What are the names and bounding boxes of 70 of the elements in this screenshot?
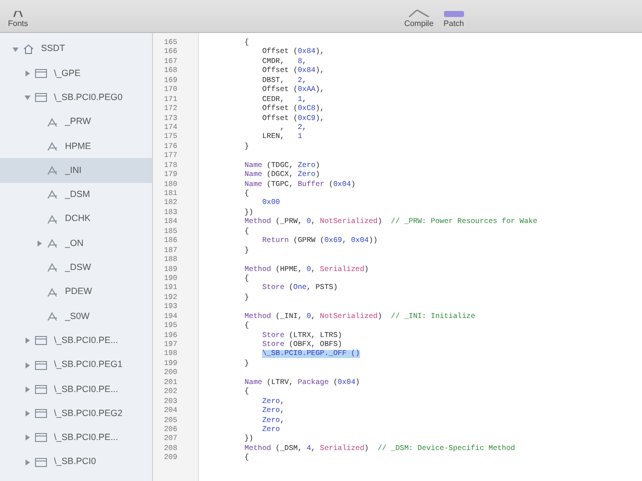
tree-item[interactable]: SSDT [0, 37, 152, 62]
tree-item[interactable]: \_SB.PCI0.PEG1 [0, 352, 152, 378]
folder-icon [35, 336, 47, 346]
tree-label: _S0W [65, 310, 90, 323]
disclosure-triangle-icon [24, 70, 31, 77]
disclosure-triangle-icon [24, 337, 31, 344]
tree-label: \_SB.PCI0.PE... [54, 431, 118, 444]
method-icon [47, 288, 58, 297]
tree-item[interactable]: \_SB.PCI0.PE... [0, 377, 152, 402]
folder-icon [35, 68, 47, 78]
tree-label: \_SB.PCI0.PE... [54, 382, 118, 396]
tree-label: DCHK [65, 212, 91, 226]
tree-label: _DSM [65, 188, 90, 202]
disclosure-triangle-icon [24, 434, 31, 442]
disclosure-triangle-icon [24, 458, 31, 466]
tree-item[interactable]: \_SB.PCI0.PEG0 [0, 86, 152, 110]
disclosure-triangle-icon [24, 410, 31, 418]
tree-item[interactable]: \_SB.PCI0.PEG2 [0, 401, 152, 426]
tree-item[interactable]: \_SB.PCI0.PE... [0, 426, 152, 450]
hammer-icon [408, 9, 430, 17]
tree-label: \_SB.PCI0.PEG0 [54, 90, 123, 104]
folder-icon [35, 360, 47, 370]
tree-item[interactable]: _S0W [0, 304, 152, 329]
tree-label: _DSW [65, 261, 92, 274]
tree-label: \_SB.PCI0.PEG1 [54, 358, 123, 372]
tree-item[interactable]: DCHK [0, 207, 152, 232]
folder-icon [35, 458, 47, 467]
tree-item[interactable]: \_SB.PCI0.PE... [0, 328, 152, 353]
disclosure-triangle-icon [24, 94, 31, 102]
method-icon [47, 239, 58, 248]
folder-icon [35, 433, 47, 442]
home-icon [23, 44, 34, 54]
method-icon [47, 214, 58, 224]
patch-button[interactable]: Patch [444, 11, 464, 28]
disclosure-triangle-icon [12, 46, 19, 53]
fonts-icon [13, 11, 23, 17]
tree-label: SSDT [41, 42, 66, 56]
method-icon [47, 312, 58, 321]
method-icon [47, 142, 58, 151]
tree-label: \_SB.PCI0 [54, 455, 96, 468]
method-icon [47, 166, 58, 176]
tree-label: _INI [65, 164, 82, 177]
tree-label: \_SB.PCI0.PEG2 [54, 406, 123, 420]
tree-item[interactable]: _DSW [0, 256, 152, 280]
compile-button[interactable]: Compile [404, 9, 434, 28]
disclosure-triangle-icon [36, 240, 43, 248]
tree-item[interactable]: PDEW [0, 280, 152, 304]
tree-item[interactable]: \_GPE [0, 61, 152, 86]
tree-item[interactable]: \_SB.PCI0 [0, 450, 152, 474]
disclosure-triangle-icon [24, 386, 31, 393]
fonts-button[interactable]: Fonts [8, 11, 28, 28]
method-icon [47, 263, 58, 272]
tree-label: PDEW [65, 285, 92, 298]
tree-item[interactable]: _ON [0, 231, 152, 256]
tree-item[interactable]: _INI [0, 158, 152, 183]
disclosure-triangle-icon [24, 362, 31, 368]
method-icon [47, 190, 58, 200]
tree-item[interactable]: _PRW [0, 110, 152, 134]
method-icon [47, 118, 58, 127]
folder-icon [35, 384, 47, 394]
folder-icon [35, 93, 47, 102]
tree-label: HPME [65, 140, 92, 153]
tree-label: _PRW [65, 115, 91, 128]
patch-icon [444, 11, 464, 17]
tree-label: \_GPE [54, 66, 81, 80]
tree-label: \_SB.PCI0.PE... [54, 334, 118, 347]
tree-label: _ON [65, 236, 84, 250]
folder-icon [35, 409, 47, 418]
tree-item[interactable]: _DSM [0, 182, 152, 208]
tree-item[interactable]: HPME [0, 134, 152, 158]
